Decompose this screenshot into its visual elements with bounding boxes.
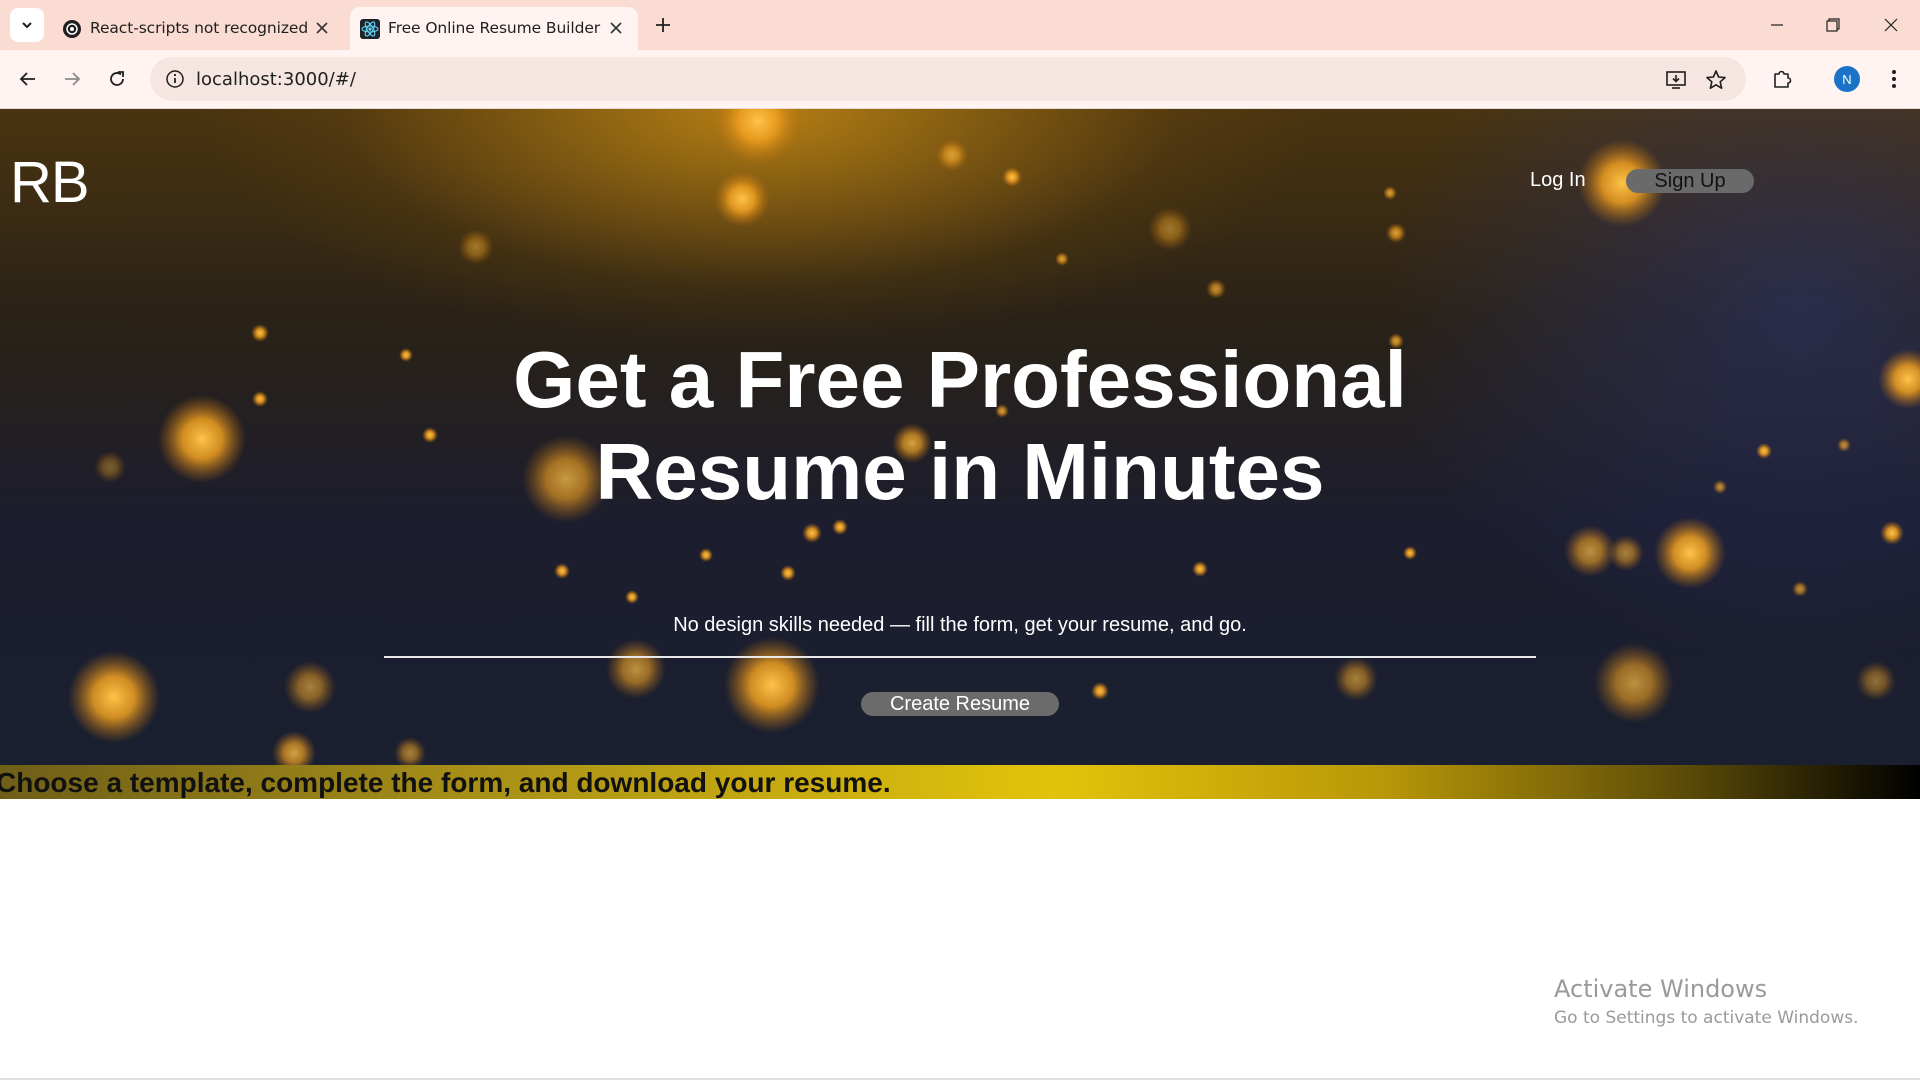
more-vertical-icon — [1892, 70, 1896, 88]
arrow-left-icon — [19, 72, 35, 86]
tab-search-button[interactable] — [10, 8, 44, 42]
headline-line-2: Resume in Minutes — [595, 427, 1325, 516]
tab-resume-builder[interactable]: Free Online Resume Builder — [350, 7, 638, 50]
minimize-icon — [1771, 24, 1783, 26]
new-tab-button[interactable] — [650, 12, 676, 38]
activate-windows-subtitle: Go to Settings to activate Windows. — [1554, 1008, 1859, 1028]
reload-icon — [110, 71, 124, 86]
url-text: localhost:3000/#/ — [196, 69, 356, 90]
browser-toolbar: localhost:3000/#/ N — [0, 50, 1920, 109]
install-app-icon[interactable] — [1664, 68, 1688, 92]
signup-button[interactable]: Sign Up — [1626, 169, 1754, 193]
divider — [384, 656, 1536, 658]
close-icon[interactable] — [312, 18, 332, 38]
forward-button[interactable] — [56, 63, 88, 95]
restore-icon — [1826, 18, 1840, 32]
arrow-right-icon — [65, 72, 81, 86]
react-icon — [360, 19, 380, 39]
close-icon — [1884, 18, 1898, 32]
marquee-text: Choose a template, complete the form, an… — [0, 767, 891, 798]
minimize-button[interactable] — [1762, 10, 1792, 40]
restore-button[interactable] — [1818, 10, 1848, 40]
extensions-button[interactable] — [1766, 63, 1798, 95]
tab-title: Free Online Resume Builder — [388, 19, 601, 37]
hero-subtext: No design skills needed — fill the form,… — [673, 614, 1247, 636]
hero-headline: Get a Free Professional Resume in Minute… — [0, 334, 1920, 518]
tab-title: React-scripts not recognized — [90, 19, 309, 37]
brand-logo[interactable]: RB — [10, 149, 90, 216]
create-resume-button[interactable]: Create Resume — [861, 692, 1059, 716]
tab-react-scripts[interactable]: React-scripts not recognized — [52, 7, 344, 50]
site-info-icon[interactable] — [164, 68, 186, 90]
hero-section: RB Log In Sign Up Get a Free Professiona… — [0, 109, 1920, 799]
headline-line-1: Get a Free Professional — [513, 335, 1407, 424]
puzzle-icon — [1774, 70, 1792, 88]
close-window-button[interactable] — [1876, 10, 1906, 40]
plus-icon — [656, 18, 670, 32]
chevron-down-icon — [22, 22, 32, 29]
chatgpt-icon — [63, 20, 81, 38]
address-bar[interactable]: localhost:3000/#/ — [150, 57, 1746, 101]
profile-avatar[interactable]: N — [1834, 66, 1860, 92]
marquee-banner: Choose a template, complete the form, an… — [0, 765, 1920, 799]
close-icon[interactable] — [606, 18, 626, 38]
login-link[interactable]: Log In — [1530, 169, 1586, 192]
bookmark-star-icon[interactable] — [1704, 68, 1728, 92]
back-button[interactable] — [12, 63, 44, 95]
reload-button[interactable] — [101, 63, 133, 95]
activate-windows-title: Activate Windows — [1554, 975, 1768, 1003]
menu-button[interactable] — [1878, 63, 1910, 95]
tab-strip: React-scripts not recognized Free Online… — [0, 0, 1920, 50]
